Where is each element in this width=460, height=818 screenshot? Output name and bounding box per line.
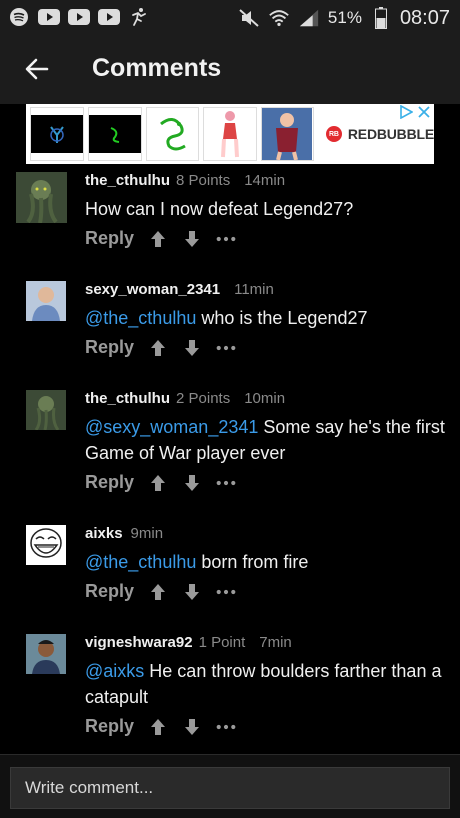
comment-actions: Reply <box>85 472 236 493</box>
username[interactable]: the_cthulhu <box>85 390 170 407</box>
write-comment-input[interactable]: Write comment... <box>10 767 450 809</box>
notification-icons <box>8 8 150 26</box>
app-bar: Comments <box>0 36 460 104</box>
upvote-icon[interactable] <box>148 338 168 358</box>
upvote-icon[interactable] <box>148 582 168 602</box>
more-options-icon[interactable] <box>216 582 236 602</box>
points: 2 Points <box>176 390 231 407</box>
redbubble-badge: RB <box>325 126 342 142</box>
comment-composer: Write comment... <box>0 754 460 818</box>
clock: 08:07 <box>399 6 450 29</box>
username[interactable]: the_cthulhu <box>85 172 170 189</box>
reply-button[interactable]: Reply <box>85 472 134 493</box>
timestamp: 11min <box>234 281 274 298</box>
comment-meta: the_cthulhu 8 Points 14min <box>85 172 285 189</box>
ad-product-image[interactable] <box>88 107 142 161</box>
reply-button[interactable]: Reply <box>85 337 134 358</box>
points: 8 Points <box>176 172 231 189</box>
avatar[interactable] <box>16 172 67 224</box>
ad-product-image[interactable] <box>260 107 314 161</box>
comment-meta: sexy_woman_2341 11min <box>85 281 274 298</box>
downvote-icon[interactable] <box>182 338 202 358</box>
more-options-icon[interactable] <box>216 338 236 358</box>
battery-icon <box>370 7 392 29</box>
comment-text: @the_cthulhu who is the Legend27 <box>85 305 445 331</box>
youtube-icon <box>98 8 120 26</box>
close-icon[interactable] <box>416 104 432 120</box>
reply-button[interactable]: Reply <box>85 716 134 737</box>
wifi-icon <box>268 9 290 27</box>
more-options-icon[interactable] <box>216 717 236 737</box>
youtube-icon <box>38 8 60 26</box>
points: 1 Point <box>198 634 246 651</box>
username[interactable]: sexy_woman_2341 <box>85 281 220 298</box>
comment-text: @sexy_woman_2341 Some say he's the first… <box>85 414 445 466</box>
downvote-icon[interactable] <box>182 473 202 493</box>
comment-body: born from fire <box>196 552 309 572</box>
page-title: Comments <box>92 54 222 82</box>
comment-body: who is the Legend27 <box>196 308 368 328</box>
comment-text: @aixks He can throw boulders farther tha… <box>85 658 445 710</box>
redbubble-logo[interactable]: RB REDBUBBLE <box>325 126 434 142</box>
battery-percent: 51% <box>327 8 362 27</box>
ad-brand-label: REDBUBBLE <box>347 126 434 142</box>
status-bar: 51% 08:07 <box>0 0 460 36</box>
downvote-icon[interactable] <box>182 582 202 602</box>
comment-meta: aixks 9min <box>85 525 163 542</box>
more-options-icon[interactable] <box>216 229 236 249</box>
timestamp: 10min <box>244 390 286 407</box>
ad-controls <box>398 104 432 120</box>
comment-actions: Reply <box>85 581 236 602</box>
reply-button[interactable]: Reply <box>85 228 134 249</box>
upvote-icon[interactable] <box>148 473 168 493</box>
comment-body: How can I now defeat Legend27? <box>85 199 354 219</box>
downvote-icon[interactable] <box>182 717 202 737</box>
ad-product-image[interactable] <box>30 107 84 161</box>
comment-meta: vigneshwara92 1 Point 7min <box>85 634 292 651</box>
mention-link[interactable]: @the_cthulhu <box>85 308 196 328</box>
fitness-icon <box>128 8 150 26</box>
upvote-icon[interactable] <box>148 229 168 249</box>
downvote-icon[interactable] <box>182 229 202 249</box>
reply-button[interactable]: Reply <box>85 581 134 602</box>
mention-link[interactable]: @sexy_woman_2341 <box>85 417 258 437</box>
timestamp: 7min <box>259 634 292 651</box>
avatar[interactable] <box>26 634 66 674</box>
spotify-icon <box>8 8 30 26</box>
signal-icon <box>298 9 320 27</box>
comment-meta: the_cthulhu 2 Points 10min <box>85 390 285 407</box>
ad-banner[interactable]: RB REDBUBBLE <box>26 104 434 164</box>
timestamp: 9min <box>130 525 164 542</box>
ad-product-image[interactable] <box>203 107 257 161</box>
timestamp: 14min <box>244 172 286 189</box>
avatar[interactable] <box>26 281 66 321</box>
avatar[interactable] <box>26 525 66 565</box>
username[interactable]: vigneshwara92 <box>85 634 193 651</box>
avatar[interactable] <box>26 390 66 431</box>
back-arrow-icon[interactable] <box>22 54 52 84</box>
comment-actions: Reply <box>85 716 236 737</box>
username[interactable]: aixks <box>85 525 123 542</box>
comment-text: @the_cthulhu born from fire <box>85 549 445 575</box>
mention-link[interactable]: @aixks <box>85 661 144 681</box>
youtube-icon <box>68 8 90 26</box>
more-options-icon[interactable] <box>216 473 236 493</box>
adchoices-icon[interactable] <box>398 104 414 120</box>
comment-actions: Reply <box>85 228 236 249</box>
system-status: 51% 08:07 <box>238 4 450 32</box>
mute-icon <box>238 9 260 27</box>
upvote-icon[interactable] <box>148 717 168 737</box>
comment-text: How can I now defeat Legend27? <box>85 196 445 222</box>
ad-product-image[interactable] <box>146 107 200 161</box>
comment-actions: Reply <box>85 337 236 358</box>
mention-link[interactable]: @the_cthulhu <box>85 552 196 572</box>
